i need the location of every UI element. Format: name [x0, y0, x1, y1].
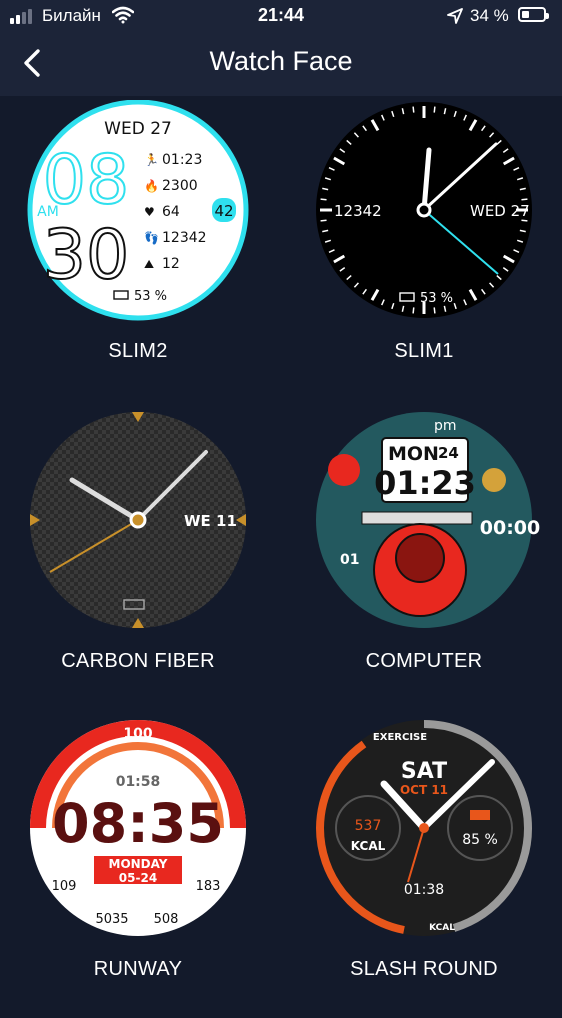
svg-text:64: 64 [162, 204, 180, 220]
svg-text:WED 27: WED 27 [470, 202, 530, 220]
svg-text:508: 508 [154, 912, 179, 927]
watch-face-card-slim2[interactable]: WED 27 08 30 AM 42 🏃 01:23 🔥 2300 ♥ 64 👣… [18, 100, 258, 400]
watch-face-card-runway[interactable]: 100 01:58 08:35 MONDAY 05-24 109 183 503… [18, 718, 258, 1018]
watch-face-card-carbon-fiber[interactable]: WE 11 CARBON FIBER [18, 410, 258, 710]
svg-text:KCAL: KCAL [351, 839, 386, 853]
svg-text:01: 01 [340, 552, 359, 568]
dial-tick [412, 106, 415, 113]
svg-text:MONDAY: MONDAY [109, 857, 168, 871]
svg-text:🏃: 🏃 [144, 153, 159, 167]
svg-text:183: 183 [196, 879, 221, 894]
dial-tick [521, 219, 528, 222]
battery-level-fill [522, 11, 529, 18]
svg-text:01:23: 01:23 [374, 464, 476, 502]
carbon-fiber-face-preview: WE 11 [30, 412, 246, 628]
svg-text:85 %: 85 % [462, 832, 498, 848]
svg-text:AM: AM [37, 204, 59, 220]
dial-tick [412, 307, 415, 314]
svg-text:30: 30 [43, 216, 130, 295]
location-arrow-icon [447, 8, 463, 24]
svg-text:KCAL: KCAL [429, 923, 455, 933]
svg-text:53 %: 53 % [134, 289, 167, 304]
svg-text:01:23: 01:23 [162, 152, 202, 168]
watch-face-card-slim1[interactable]: 12342 WED 27 53 % SLIM1 [304, 100, 544, 400]
dial-tick [320, 219, 327, 222]
svg-text:12342: 12342 [334, 202, 382, 220]
svg-text:👣: 👣 [144, 230, 159, 245]
battery-percent: 34 % [470, 6, 509, 25]
svg-text:537: 537 [355, 818, 382, 834]
battery-icon [518, 7, 549, 22]
svg-text:24: 24 [438, 444, 459, 462]
dial-tick [320, 198, 327, 201]
runway-face-preview: 100 01:58 08:35 MONDAY 05-24 109 183 503… [30, 720, 246, 936]
svg-text:53 %: 53 % [420, 291, 453, 306]
watch-face-label: CARBON FIBER [61, 650, 215, 672]
svg-text:109: 109 [52, 879, 77, 894]
watch-face-card-computer[interactable]: pm MON 24 01:23 00:00 01 COMPUTER [304, 410, 544, 710]
watch-face-label: SLASH ROUND [350, 958, 498, 980]
svg-text:12: 12 [162, 256, 180, 272]
svg-text:WE 11: WE 11 [184, 512, 237, 530]
slim2-face-preview: WED 27 08 30 AM 42 🏃 01:23 🔥 2300 ♥ 64 👣… [27, 100, 249, 321]
dial-tick [433, 307, 436, 314]
watch-face-label: SLIM1 [394, 340, 454, 362]
svg-text:100: 100 [123, 726, 152, 742]
computer-face-preview: pm MON 24 01:23 00:00 01 [316, 412, 540, 628]
svg-text:⛰: ⛰ [144, 257, 154, 271]
slim1-face-preview: 12342 WED 27 53 % [316, 102, 532, 318]
dial-tick [433, 106, 436, 113]
watch-face-card-slash-round[interactable]: EXERCISE SAT OCT 11 537 KCAL 85 % 01:38 … [304, 718, 544, 1018]
svg-text:01:38: 01:38 [404, 882, 444, 898]
svg-text:EXERCISE: EXERCISE [373, 732, 427, 743]
watch-face-label: COMPUTER [365, 650, 483, 672]
svg-text:♥: ♥ [144, 205, 155, 219]
svg-text:01:58: 01:58 [116, 774, 161, 790]
watch-face-label: RUNWAY [93, 958, 183, 980]
svg-text:pm: pm [434, 418, 457, 434]
slash-round-face-preview: EXERCISE SAT OCT 11 537 KCAL 85 % 01:38 … [315, 720, 533, 936]
svg-text:00:00: 00:00 [480, 517, 540, 539]
svg-text:WED 27: WED 27 [104, 119, 172, 139]
svg-text:12342: 12342 [162, 230, 207, 246]
page-title: Watch Face [209, 46, 353, 76]
svg-text:5035: 5035 [95, 912, 128, 927]
svg-text:2300: 2300 [162, 178, 198, 194]
dial-tick [521, 198, 528, 201]
svg-text:🔥: 🔥 [144, 179, 159, 193]
svg-text:SAT: SAT [401, 759, 447, 784]
watch-face-label: SLIM2 [108, 340, 168, 362]
svg-text:MON: MON [388, 443, 439, 465]
svg-text:OCT 11: OCT 11 [400, 783, 448, 797]
svg-text:42: 42 [214, 202, 233, 220]
svg-text:08:35: 08:35 [52, 792, 224, 855]
svg-text:05-24: 05-24 [119, 871, 157, 885]
